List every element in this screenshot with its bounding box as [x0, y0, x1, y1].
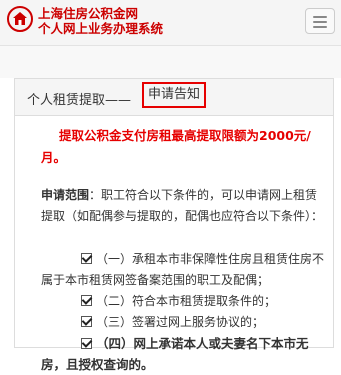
- application-notice-panel: 个人租赁提取—— 申请告知 提取公积金支付房租最高提取限额为2000元/月。 申…: [14, 78, 334, 372]
- site-title[interactable]: 上海住房公积金网 个人网上业务办理系统: [38, 6, 163, 36]
- condition-item-3: （三）签署过网上服务协议的；: [41, 312, 331, 333]
- condition-item-1: （一）承租本市非保障性住房且租赁住房不属于本市租赁网签备案范围的职工及配偶；: [41, 249, 331, 291]
- condition-checkbox-3[interactable]: [81, 316, 92, 327]
- panel-heading: 个人租赁提取—— 申请告知: [15, 79, 333, 116]
- panel-title-highlight: 申请告知: [142, 82, 207, 108]
- hamburger-menu-icon[interactable]: [305, 8, 335, 34]
- condition-text-2: （二）符合本市租赁提取条件的；: [96, 294, 277, 308]
- scope-label: 申请范围: [41, 188, 90, 202]
- condition-checkbox-2[interactable]: [81, 295, 92, 306]
- condition-checkbox-1[interactable]: [81, 253, 92, 264]
- condition-item-4: （四）网上承诺本人或夫妻名下本市无房，且授权查询的。: [41, 333, 331, 375]
- condition-text-3: （三）签署过网上服务协议的；: [96, 315, 265, 329]
- condition-item-2: （二）符合本市租赁提取条件的；: [41, 291, 331, 312]
- site-title-line2: 个人网上业务办理系统: [38, 21, 164, 36]
- site-title-line1: 上海住房公积金网: [38, 6, 139, 21]
- panel-title-prefix: 个人租赁提取——: [27, 93, 132, 108]
- site-header: 上海住房公积金网 个人网上业务办理系统: [0, 0, 341, 46]
- housing-fund-logo-icon: [7, 6, 33, 32]
- application-scope: 申请范围：职工符合以下条件的，可以申请网上租赁提取（如配偶参与提取的，配偶也应符…: [41, 185, 327, 227]
- header-spacer: [0, 46, 341, 78]
- limit-notice: 提取公积金支付房租最高提取限额为2000元/月。: [41, 128, 311, 165]
